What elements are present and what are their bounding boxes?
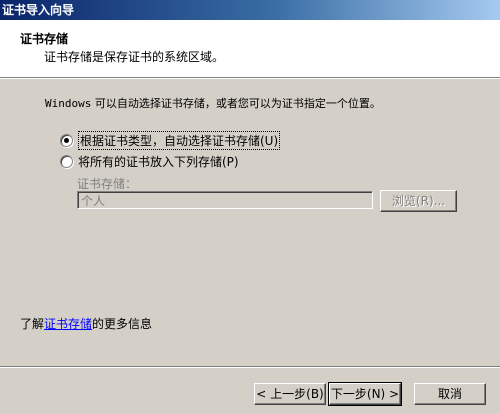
cancel-button[interactable]: 取消 xyxy=(414,383,486,405)
place-in-store-option[interactable]: 将所有的证书放入下列存储(P) xyxy=(60,153,239,170)
footer-divider xyxy=(0,366,500,368)
back-button[interactable]: < 上一步(B) xyxy=(254,383,326,405)
next-button[interactable]: 下一步(N) > xyxy=(328,382,402,406)
auto-select-radio[interactable] xyxy=(60,134,73,147)
auto-select-store-option[interactable]: 根据证书类型，自动选择证书存储(U) xyxy=(60,131,281,150)
intro-rest: 可以自动选择证书存储，或者您可以为证书指定一个位置。 xyxy=(91,97,381,110)
learn-more-suffix: 的更多信息 xyxy=(92,317,153,331)
window-title: 证书导入向导 xyxy=(2,3,75,17)
page-description: 证书存储是保存证书的系统区域。 xyxy=(44,50,225,64)
place-in-store-label[interactable]: 将所有的证书放入下列存储(P) xyxy=(78,153,239,170)
learn-more-text: 了解证书存储的更多信息 xyxy=(20,315,152,332)
intro-text: Windows 可以自动选择证书存储，或者您可以为证书指定一个位置。 xyxy=(45,95,381,111)
auto-select-label[interactable]: 根据证书类型，自动选择证书存储(U) xyxy=(78,131,281,150)
page-title: 证书存储 xyxy=(20,32,69,46)
place-in-store-radio[interactable] xyxy=(60,155,73,168)
certificate-store-field: 个人 xyxy=(77,191,373,209)
learn-more-prefix: 了解 xyxy=(20,317,45,331)
title-bar: 证书导入向导 xyxy=(0,0,500,20)
browse-button: 浏览(R)... xyxy=(380,190,457,212)
certificate-store-label: 证书存储： xyxy=(77,177,138,191)
certificate-store-link[interactable]: 证书存储 xyxy=(44,317,92,331)
wizard-header: 证书存储 证书存储是保存证书的系统区域。 xyxy=(0,20,500,78)
intro-prefix: Windows xyxy=(45,97,92,110)
